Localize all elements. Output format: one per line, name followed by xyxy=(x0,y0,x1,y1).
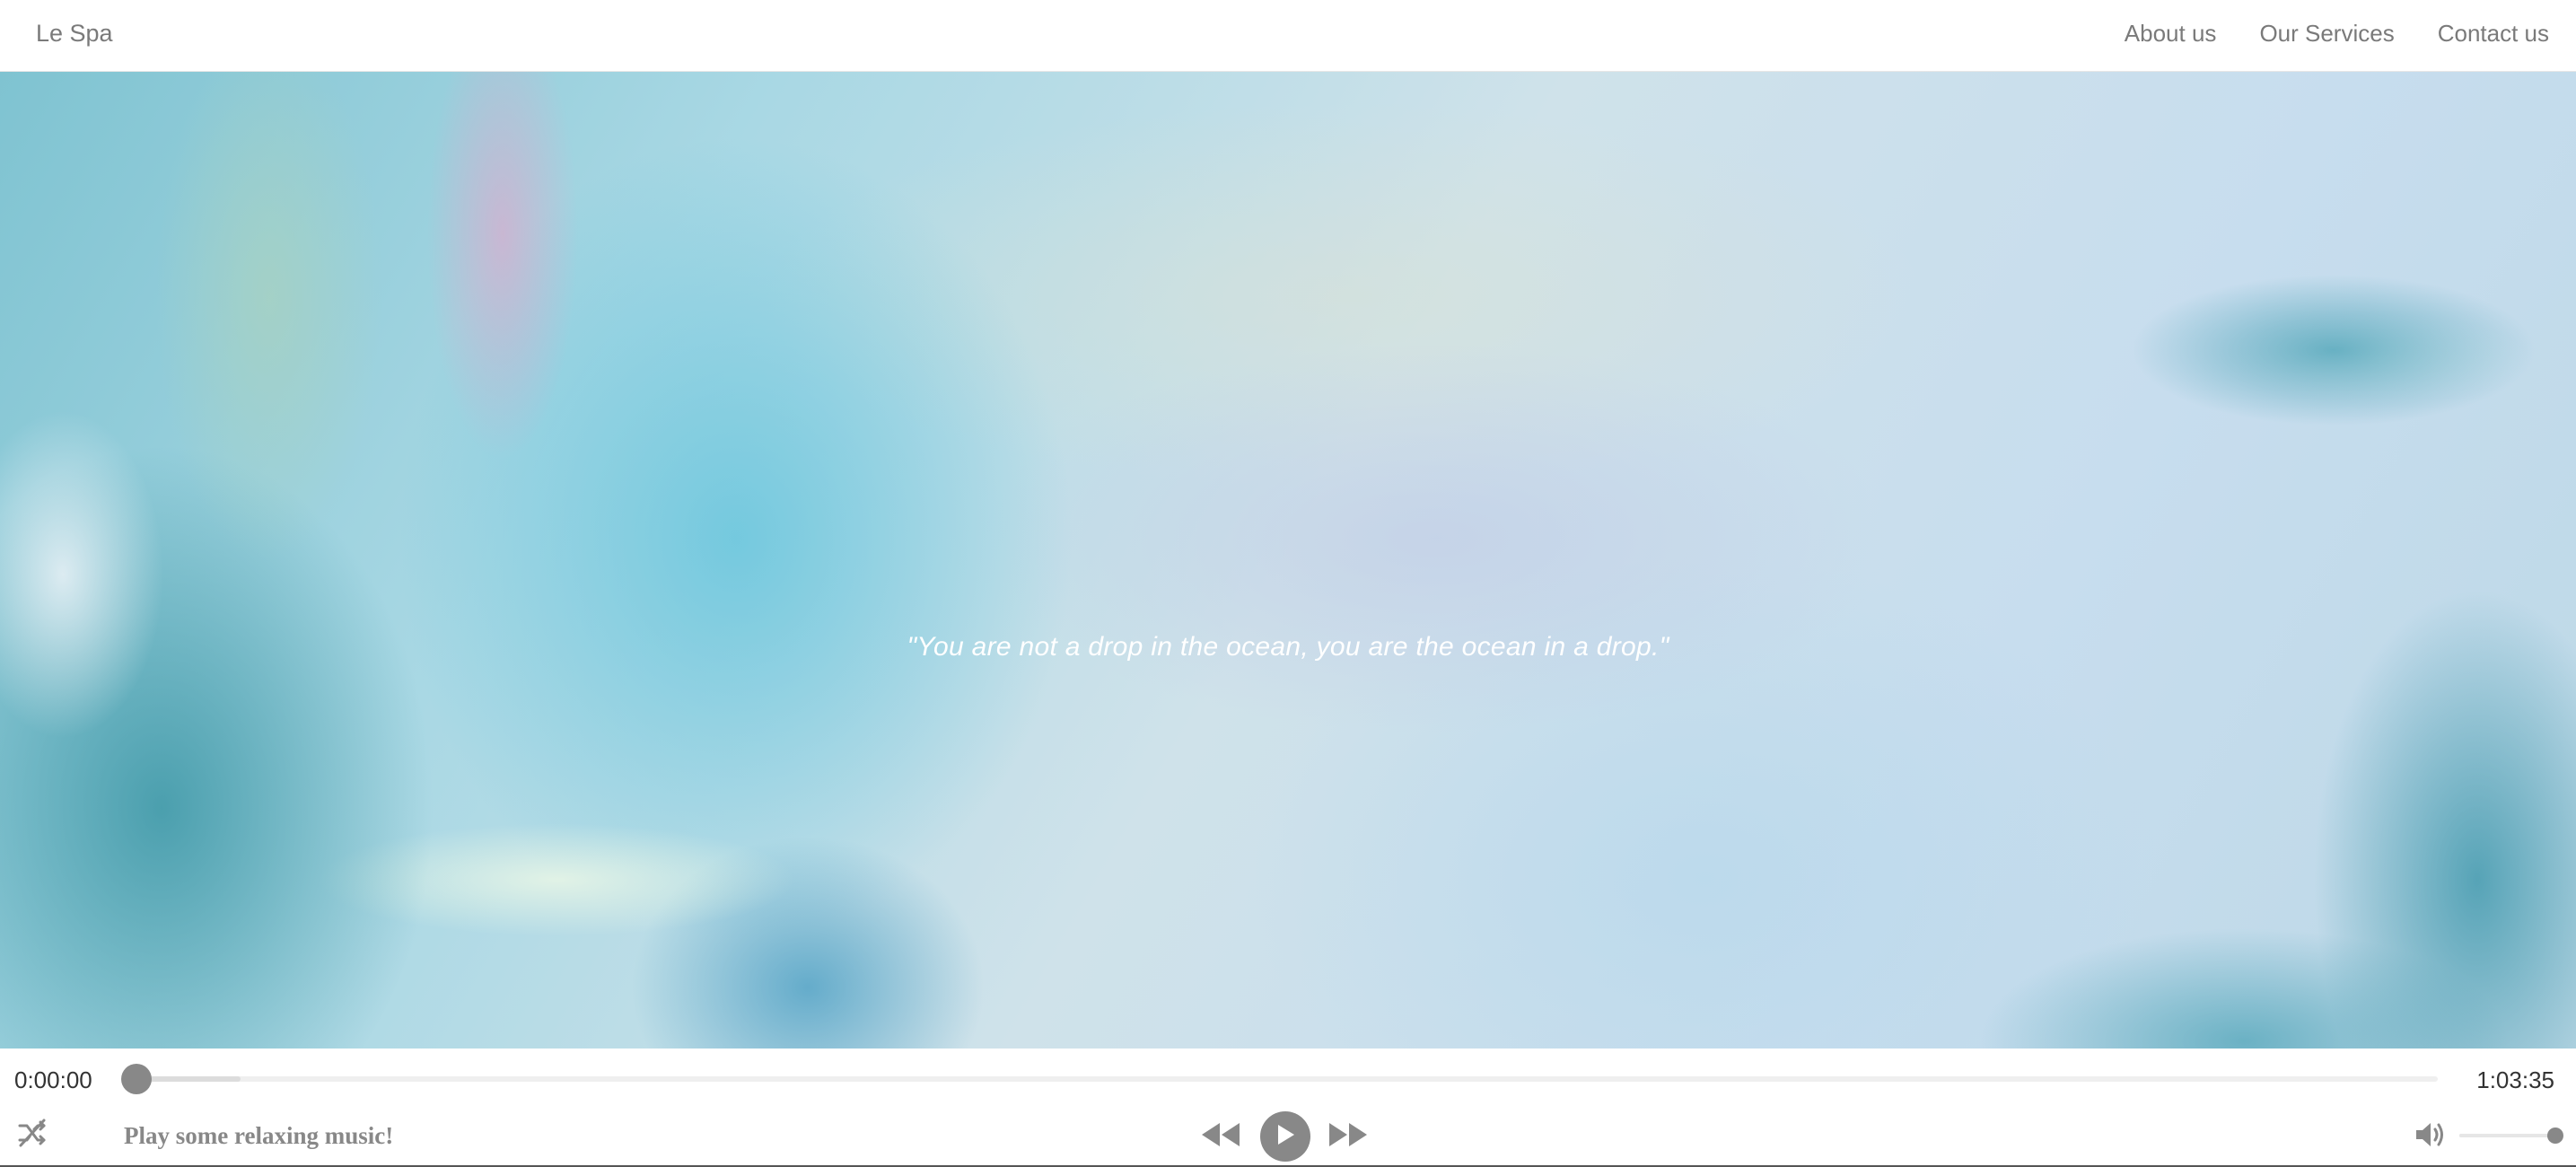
nav-links: About us Our Services Contact us xyxy=(2125,20,2549,48)
volume-thumb[interactable] xyxy=(2547,1128,2563,1144)
audio-player: 0:00:00 1:03:35 Play some relaxing music… xyxy=(0,1049,2576,1167)
nav-link-our-services[interactable]: Our Services xyxy=(2259,20,2394,48)
current-time: 0:00:00 xyxy=(14,1066,92,1093)
play-button[interactable] xyxy=(1260,1111,1310,1162)
track-title: Play some relaxing music! xyxy=(124,1122,394,1149)
seek-bar[interactable] xyxy=(135,1076,2438,1082)
nav-link-contact-us[interactable]: Contact us xyxy=(2438,20,2549,48)
shuffle-off-icon xyxy=(16,1117,48,1154)
page: Le Spa About us Our Services Contact us … xyxy=(0,0,2576,1167)
shuffle-button[interactable] xyxy=(14,1117,50,1153)
nav-link-about-us[interactable]: About us xyxy=(2125,20,2217,48)
top-navbar: Le Spa About us Our Services Contact us xyxy=(0,0,2576,72)
hero-quote: "You are not a drop in the ocean, you ar… xyxy=(907,632,1669,662)
volume-icon xyxy=(2414,1119,2448,1154)
volume-button[interactable] xyxy=(2413,1119,2449,1154)
hero-background: "You are not a drop in the ocean, you ar… xyxy=(0,72,2576,1049)
volume-slider[interactable] xyxy=(2459,1134,2554,1137)
brand-logo-link[interactable]: Le Spa xyxy=(36,20,113,48)
fast-forward-button[interactable] xyxy=(1327,1120,1370,1153)
volume-level xyxy=(2459,1134,2554,1137)
rewind-button[interactable] xyxy=(1199,1120,1242,1153)
seek-thumb[interactable] xyxy=(121,1064,152,1094)
fast-forward-icon xyxy=(1327,1121,1369,1153)
rewind-icon xyxy=(1200,1121,1241,1153)
play-icon xyxy=(1275,1123,1296,1151)
total-time: 1:03:35 xyxy=(2476,1066,2554,1093)
